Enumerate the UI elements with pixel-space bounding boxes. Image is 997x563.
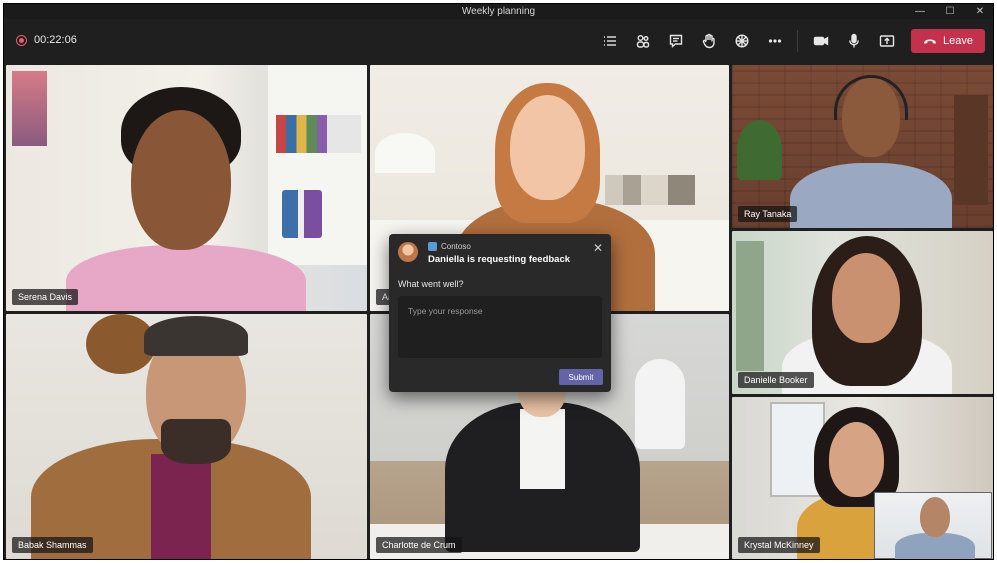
toolbar-divider: [797, 30, 798, 52]
raise-hand-icon[interactable]: [692, 28, 725, 54]
minimize-button[interactable]: —: [915, 4, 925, 19]
share-icon[interactable]: [870, 28, 903, 54]
leave-label: Leave: [943, 35, 973, 47]
more-icon[interactable]: [758, 28, 791, 54]
submit-button[interactable]: Submit: [559, 369, 603, 385]
title-bar: Weekly planning — ☐ ✕: [4, 4, 993, 19]
participant-name-tag: Ray Tanaka: [738, 206, 798, 222]
bookshelf: [268, 65, 367, 265]
feedback-question: What went well?: [398, 279, 464, 289]
feedback-popup: Contoso Daniella is requesting feedback …: [389, 234, 611, 392]
video-tile-serena-davis[interactable]: Serena Davis: [6, 65, 367, 311]
apps-icon[interactable]: [725, 28, 758, 54]
mic-icon[interactable]: [837, 28, 870, 54]
app-source: Contoso: [428, 242, 471, 251]
popup-title: Daniella is requesting feedback: [428, 254, 571, 265]
leave-button[interactable]: Leave: [911, 29, 985, 53]
window-title: Weekly planning: [461, 6, 536, 17]
meeting-toolbar: 00:22:06 Leave: [4, 19, 993, 63]
participant-name-tag: Krystal McKinney: [738, 537, 820, 553]
participant-name-tag: Charlotte de Crum: [376, 537, 462, 553]
participant-name-tag: Babak Shammas: [12, 537, 93, 553]
wall-art: [12, 71, 47, 146]
requester-avatar: [398, 242, 418, 262]
participant-name-tag: Serena Davis: [12, 289, 79, 305]
meeting-timer: 00:22:06: [34, 34, 77, 46]
window-controls: — ☐ ✕: [915, 4, 985, 19]
video-tile-danielle-booker[interactable]: Danielle Booker: [732, 231, 993, 394]
participant-name-tag: Danielle Booker: [738, 372, 814, 388]
hang-up-icon: [924, 39, 936, 44]
close-window-button[interactable]: ✕: [975, 4, 985, 19]
toolbar-actions: Leave: [593, 28, 985, 54]
video-tile-krystal-mckinney[interactable]: Krystal McKinney: [732, 397, 993, 559]
self-view-thumbnail[interactable]: [874, 492, 992, 559]
video-tile-ray-tanaka[interactable]: Ray Tanaka: [732, 65, 993, 228]
app-name: Contoso: [441, 242, 471, 251]
participants-icon[interactable]: [626, 28, 659, 54]
recording-icon: [16, 34, 27, 46]
chat-icon[interactable]: [659, 28, 692, 54]
plant: [737, 120, 782, 180]
video-tile-babak-shammas[interactable]: Babak Shammas: [6, 314, 367, 559]
close-icon[interactable]: ✕: [593, 241, 603, 255]
shelf-books: [605, 175, 695, 205]
lamp: [375, 133, 435, 173]
teams-meeting-window: Weekly planning — ☐ ✕ 00:22:06 Leave Ser…: [3, 3, 994, 560]
shelf: [954, 95, 988, 205]
camera-icon[interactable]: [804, 28, 837, 54]
list-icon[interactable]: [593, 28, 626, 54]
contoso-app-icon: [428, 242, 437, 251]
recording-indicator: 00:22:06: [16, 34, 77, 46]
window-view: [736, 241, 764, 371]
chair: [635, 359, 685, 449]
feedback-response-input[interactable]: [398, 296, 602, 358]
maximize-button[interactable]: ☐: [945, 4, 955, 19]
video-grid: Serena Davis Aa Ray Tanaka Danielle Book…: [4, 63, 993, 559]
